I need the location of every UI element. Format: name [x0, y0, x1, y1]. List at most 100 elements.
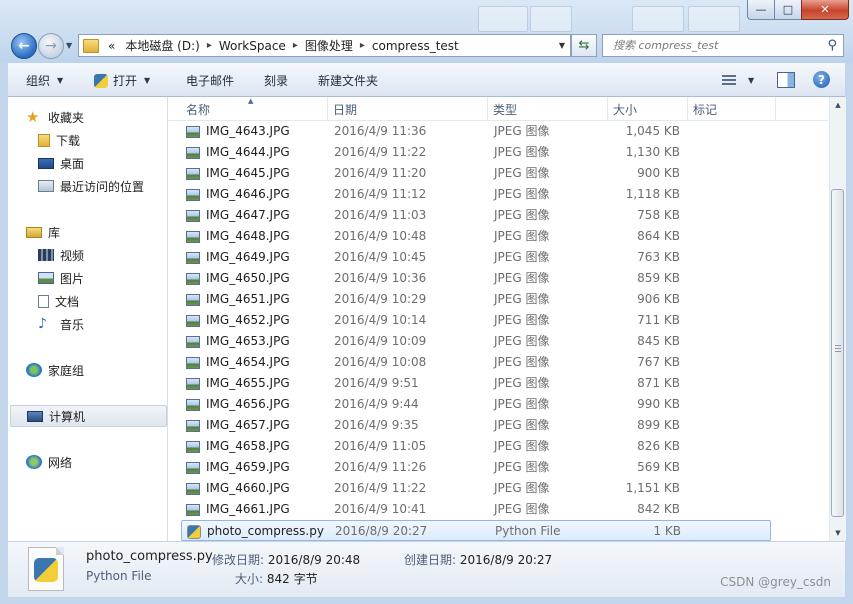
recent-pages-dropdown[interactable]: ▼: [66, 41, 72, 50]
forward-button[interactable]: →: [38, 33, 64, 59]
file-row[interactable]: IMG_4656.JPG 2016/4/9 9:44 JPEG 图像 990 K…: [181, 394, 771, 415]
file-row[interactable]: IMG_4643.JPG 2016/4/9 11:36 JPEG 图像 1,04…: [181, 121, 771, 142]
breadcrumb-separator-icon[interactable]: ▸: [205, 40, 214, 51]
breadcrumb-overflow[interactable]: «: [103, 39, 120, 53]
documents-icon: [38, 294, 49, 308]
refresh-button[interactable]: ⇆: [571, 34, 597, 57]
email-button[interactable]: 电子邮件: [186, 72, 234, 89]
open-button[interactable]: 打开 ▼: [94, 72, 150, 89]
jpeg-file-icon: [186, 482, 200, 495]
column-header-type[interactable]: 类型: [488, 97, 608, 120]
file-row[interactable]: IMG_4644.JPG 2016/4/9 11:22 JPEG 图像 1,13…: [181, 142, 771, 163]
file-date: 2016/4/9 11:20: [334, 166, 427, 180]
file-size: 569 KB: [637, 460, 680, 474]
maximize-button[interactable]: □: [774, 0, 802, 20]
new-folder-button[interactable]: 新建文件夹: [318, 72, 378, 89]
address-bar[interactable]: « 本地磁盘 (D:) ▸ WorkSpace ▸ 图像处理 ▸ compres…: [78, 34, 571, 57]
file-type: JPEG 图像: [494, 124, 550, 138]
file-size: 845 KB: [637, 334, 680, 348]
file-type: JPEG 图像: [494, 439, 550, 453]
file-row[interactable]: IMG_4659.JPG 2016/4/9 11:26 JPEG 图像 569 …: [181, 457, 771, 478]
file-date: 2016/4/9 10:29: [334, 292, 427, 306]
file-row[interactable]: IMG_4660.JPG 2016/4/9 11:22 JPEG 图像 1,15…: [181, 478, 771, 499]
jpeg-file-icon: [186, 293, 200, 306]
column-header-tags[interactable]: 标记: [688, 97, 776, 120]
file-row[interactable]: IMG_4649.JPG 2016/4/9 10:45 JPEG 图像 763 …: [181, 247, 771, 268]
search-box[interactable]: ⚲: [602, 34, 844, 57]
pictures-icon: [38, 272, 54, 284]
column-header-size[interactable]: 大小: [608, 97, 688, 120]
breadcrumb-drive[interactable]: 本地磁盘 (D:): [120, 37, 204, 54]
search-icon[interactable]: ⚲: [827, 38, 837, 53]
column-header-name[interactable]: 名称: [181, 97, 328, 120]
jpeg-file-icon: [186, 209, 200, 222]
nav-homegroup[interactable]: 家庭组: [26, 360, 183, 380]
details-created: 创建日期: 2016/8/9 20:27: [404, 551, 552, 568]
window-frame-left: [0, 63, 8, 604]
scrollbar-thumb[interactable]: [831, 189, 844, 517]
file-row[interactable]: IMG_4658.JPG 2016/4/9 11:05 JPEG 图像 826 …: [181, 436, 771, 457]
file-row[interactable]: IMG_4645.JPG 2016/4/9 11:20 JPEG 图像 900 …: [181, 163, 771, 184]
back-button[interactable]: ←: [11, 33, 37, 59]
file-row[interactable]: IMG_4653.JPG 2016/4/9 10:09 JPEG 图像 845 …: [181, 331, 771, 352]
refresh-icon: ⇆: [578, 38, 590, 53]
music-icon: ♪: [38, 316, 47, 332]
breadcrumb-separator-icon[interactable]: ▸: [358, 40, 367, 51]
breadcrumb-image-processing[interactable]: 图像处理: [300, 37, 358, 54]
scroll-down-icon[interactable]: ▼: [830, 525, 846, 541]
address-dropdown-icon[interactable]: ▼: [554, 41, 570, 50]
burn-button[interactable]: 刻录: [264, 72, 288, 89]
file-size: 842 KB: [637, 502, 680, 516]
file-size: 826 KB: [637, 439, 680, 453]
vertical-scrollbar[interactable]: ▲ ▼: [829, 97, 846, 541]
minimize-button[interactable]: —: [747, 0, 775, 20]
help-icon[interactable]: ?: [813, 71, 830, 88]
file-type: JPEG 图像: [494, 271, 550, 285]
nav-label: 计算机: [49, 409, 86, 424]
preview-pane-icon[interactable]: [777, 72, 795, 88]
file-row[interactable]: IMG_4648.JPG 2016/4/9 10:48 JPEG 图像 864 …: [181, 226, 771, 247]
nav-network[interactable]: 网络: [26, 452, 183, 472]
file-row[interactable]: IMG_4661.JPG 2016/4/9 10:41 JPEG 图像 842 …: [181, 499, 771, 520]
file-row[interactable]: IMG_4655.JPG 2016/4/9 9:51 JPEG 图像 871 K…: [181, 373, 771, 394]
window-frame-bottom: [0, 596, 853, 604]
file-row[interactable]: IMG_4654.JPG 2016/4/9 10:08 JPEG 图像 767 …: [181, 352, 771, 373]
arrow-left-icon: ←: [18, 38, 30, 54]
nav-computer[interactable]: 计算机: [10, 405, 167, 427]
background-window-ghost: [530, 6, 572, 32]
nav-label: 网络: [48, 455, 73, 470]
breadcrumb-separator-icon[interactable]: ▸: [291, 40, 300, 51]
nav-label: 音乐: [60, 317, 85, 332]
nav-label: 图片: [60, 271, 85, 286]
file-type: JPEG 图像: [494, 229, 550, 243]
close-button[interactable]: ✕: [801, 0, 849, 20]
nav-favorites[interactable]: ★ 收藏夹: [26, 107, 183, 127]
file-row[interactable]: IMG_4652.JPG 2016/4/9 10:14 JPEG 图像 711 …: [181, 310, 771, 331]
jpeg-file-icon: [186, 125, 200, 138]
file-row[interactable]: IMG_4646.JPG 2016/4/9 11:12 JPEG 图像 1,11…: [181, 184, 771, 205]
breadcrumb-compress-test[interactable]: compress_test: [367, 39, 464, 53]
file-row-selected[interactable]: photo_compress.py 2016/8/9 20:27 Python …: [181, 520, 771, 541]
file-row[interactable]: IMG_4657.JPG 2016/4/9 9:35 JPEG 图像 899 K…: [181, 415, 771, 436]
view-options-icon[interactable]: [722, 75, 736, 85]
scroll-up-icon[interactable]: ▲: [830, 97, 846, 113]
file-size: 859 KB: [637, 271, 680, 285]
file-date: 2016/4/9 11:05: [334, 439, 427, 453]
file-date: 2016/4/9 11:36: [334, 124, 427, 138]
file-row[interactable]: IMG_4651.JPG 2016/4/9 10:29 JPEG 图像 906 …: [181, 289, 771, 310]
view-dropdown-icon[interactable]: ▼: [748, 76, 754, 85]
modified-value: 2016/8/9 20:48: [267, 553, 361, 567]
chevron-down-icon: ▼: [144, 76, 151, 85]
navigation-pane: ★ 收藏夹 下载 桌面 最近访问的位置 库 视频 图片 文档 ♪ 音乐 家庭组 …: [8, 97, 168, 541]
file-date: 2016/4/9 10:09: [334, 334, 427, 348]
column-header-date[interactable]: 日期: [328, 97, 488, 120]
python-file-large-icon: [28, 547, 64, 591]
file-row[interactable]: IMG_4650.JPG 2016/4/9 10:36 JPEG 图像 859 …: [181, 268, 771, 289]
breadcrumb-workspace[interactable]: WorkSpace: [214, 39, 291, 53]
nav-libraries[interactable]: 库: [26, 222, 183, 242]
organize-button[interactable]: 组织 ▼: [26, 72, 63, 89]
nav-label: 最近访问的位置: [60, 179, 145, 194]
organize-label: 组织: [26, 74, 51, 88]
file-row[interactable]: IMG_4647.JPG 2016/4/9 11:03 JPEG 图像 758 …: [181, 205, 771, 226]
search-input[interactable]: [611, 38, 823, 53]
